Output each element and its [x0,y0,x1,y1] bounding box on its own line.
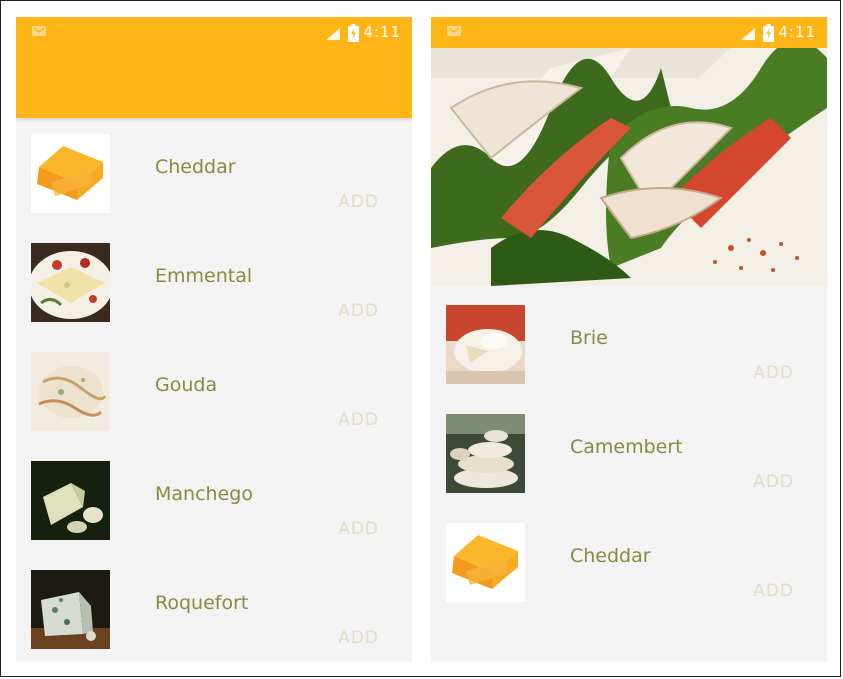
emmental-plate-image [31,243,110,322]
status-bar: 4:11 [16,17,412,48]
add-button[interactable]: ADD [338,519,379,539]
cheddar-wedge-image [446,523,525,602]
add-button[interactable]: ADD [338,410,379,430]
sandwich-banner-image [431,48,827,286]
status-bar: 4:11 [431,17,827,48]
battery-charging-icon [763,24,774,42]
list-item[interactable]: Cheddar ADD [16,122,412,231]
add-button[interactable]: ADD [338,628,379,648]
list-item[interactable]: Roquefort ADD [16,558,412,662]
add-button[interactable]: ADD [753,363,794,383]
list-item[interactable]: Cheddar ADD [431,511,827,620]
list-item[interactable]: Emmental ADD [16,231,412,340]
item-name: Roquefort [155,592,249,614]
list-item[interactable]: Manchego ADD [16,449,412,558]
roquefort-wedge-image [31,570,110,649]
signal-icon [741,28,755,40]
manchego-block-image [31,461,110,540]
item-name: Cheddar [155,156,236,178]
add-button[interactable]: ADD [338,301,379,321]
item-name: Manchego [155,483,253,505]
item-name: Gouda [155,374,218,396]
add-button[interactable]: ADD [753,581,794,601]
signal-icon [326,28,340,40]
battery-charging-icon [348,24,359,42]
status-clock: 4:11 [778,23,816,41]
brie-wheel-image [446,305,525,384]
cheese-list: Cheddar ADD Emmental ADD Gouda ADD Manch… [16,122,412,662]
item-name: Brie [570,327,608,349]
list-item[interactable]: Gouda ADD [16,340,412,449]
add-button[interactable]: ADD [753,472,794,492]
list-item[interactable]: Camembert ADD [431,402,827,511]
camembert-stack-image [446,414,525,493]
status-clock: 4:11 [363,23,401,41]
phone-screen-list: 4:11 Cheddar ADD Emmental ADD Gouda ADD … [16,17,412,662]
notification-icon [32,26,46,36]
phone-screen-detail: 4:11 Brie ADD Camembert ADD Cheddar ADD [431,17,827,662]
list-item[interactable]: Brie ADD [431,293,827,402]
item-name: Cheddar [570,545,651,567]
item-name: Camembert [570,436,683,458]
app-bar [16,48,412,118]
cheese-list: Brie ADD Camembert ADD Cheddar ADD [431,293,827,620]
add-button[interactable]: ADD [338,192,379,212]
cheddar-wedge-image [31,134,110,213]
item-name: Emmental [155,265,253,287]
notification-icon [447,26,461,36]
gouda-slice-image [31,352,110,431]
